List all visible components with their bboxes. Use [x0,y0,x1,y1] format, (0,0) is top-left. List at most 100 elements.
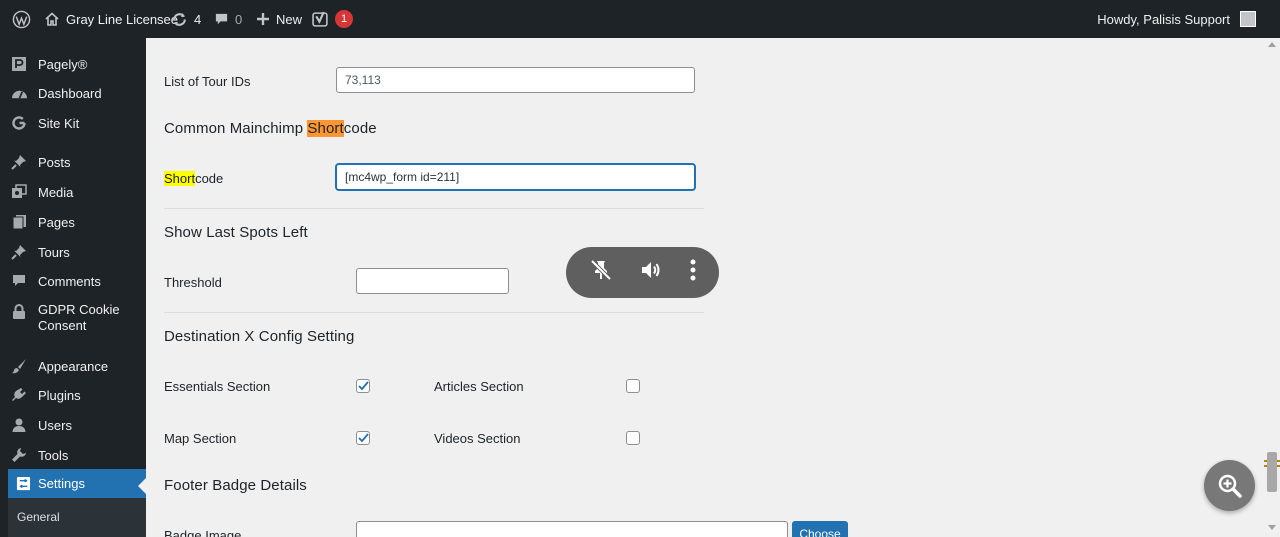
wrench-icon [0,447,38,463]
divider [164,312,704,313]
sidebar-item-label: Site Kit [38,115,80,131]
shortcode-label: Shortcode [164,171,224,186]
dashboard-icon [0,86,38,101]
badge-image-input[interactable] [356,521,788,537]
comments-link[interactable]: 0 [214,0,242,38]
threshold-input[interactable] [356,268,509,294]
footer-badge-heading: Footer Badge Details [164,477,307,494]
yoast-icon [312,11,329,28]
plus-icon [256,12,270,26]
wordpress-logo-link[interactable] [12,0,31,38]
shortcode-input[interactable]: [mc4wp_form id=211] [336,164,695,190]
google-icon [0,115,38,131]
sidebar-item-label: GDPR Cookie Consent [38,302,120,333]
scroll-up-arrow[interactable] [1268,42,1276,47]
admin-sidebar: Pagely® Dashboard Site Kit Posts Media P… [0,38,146,537]
sidebar-item-label: Comments [38,273,101,289]
videos-checkbox[interactable] [626,431,640,445]
media-icon [0,184,38,200]
page-scrollbar[interactable] [1264,38,1280,537]
submenu-item-general[interactable]: General [17,510,60,524]
settings-icon [8,476,38,491]
sidebar-item-appearance[interactable]: Appearance [0,355,146,377]
sidebar-item-label: Appearance [38,358,109,374]
sidebar-item-label: Pages [38,214,75,230]
unpin-icon[interactable] [589,258,613,287]
pin-icon [0,244,38,260]
sidebar-item-gdpr-cookie-consent[interactable]: GDPR Cookie Consent [0,302,146,336]
sidebar-item-settings[interactable]: Settings [8,469,146,498]
new-label: New [276,11,303,27]
comments-count: 0 [235,11,243,27]
pages-icon [0,214,38,230]
media-controls-overlay [566,247,719,298]
sidebar-item-label: Tools [38,447,69,463]
plugin-icon [0,387,38,403]
zoom-button[interactable] [1204,460,1255,511]
articles-checkbox[interactable] [626,379,640,393]
divider [164,208,704,209]
sidebar-item-media[interactable]: Media [0,181,146,203]
admin-bar: Gray Line Licensee 4 0 New 1 Howdy, Pali… [0,0,1280,38]
badge-image-label: Badge Image [164,528,242,537]
spots-heading: Show Last Spots Left [164,224,308,241]
sidebar-item-label: Tours [38,244,70,260]
sidebar-item-label: Pagely® [38,56,88,72]
wordpress-icon [12,10,31,29]
brush-icon [0,358,38,374]
active-indicator-arrow [138,478,146,494]
comment-icon [0,273,38,289]
volume-icon[interactable] [639,258,663,287]
threshold-label: Threshold [164,275,222,290]
sidebar-item-tools[interactable]: Tools [0,444,146,466]
lock-icon [0,302,38,320]
site-name-link[interactable]: Gray Line Licensee [44,0,178,38]
site-name: Gray Line Licensee [66,11,179,27]
essentials-label: Essentials Section [164,379,271,394]
sidebar-item-label: Dashboard [38,85,102,101]
howdy-text: Howdy, Palisis Support [1097,11,1230,27]
sidebar-item-label: Settings [38,476,85,491]
sidebar-item-pagely[interactable]: Pagely® [0,53,146,75]
updates-icon [171,11,188,28]
sidebar-item-dashboard[interactable]: Dashboard [0,82,146,104]
sidebar-item-plugins[interactable]: Plugins [0,384,146,406]
destination-x-heading: Destination X Config Setting [164,328,355,345]
sidebar-item-posts[interactable]: Posts [0,151,146,173]
seo-menu[interactable]: 1 [312,0,353,38]
sidebar-item-comments[interactable]: Comments [0,270,146,292]
sidebar-item-pages[interactable]: Pages [0,211,146,233]
account-menu[interactable]: Howdy, Palisis Support [1097,0,1256,38]
sidebar-item-label: Posts [38,154,71,170]
scroll-down-arrow[interactable] [1268,525,1276,530]
sidebar-item-site-kit[interactable]: Site Kit [0,112,146,134]
sidebar-item-users[interactable]: Users [0,414,146,436]
more-options-icon[interactable] [690,259,696,286]
new-content-link[interactable]: New [256,0,302,38]
updates-count: 4 [194,11,202,27]
avatar [1240,11,1256,27]
comment-icon [214,12,229,27]
choose-button[interactable]: Choose [792,521,848,537]
pin-icon [0,154,38,170]
zoom-in-icon [1218,474,1242,498]
tour-ids-input[interactable]: 73,113 [336,67,695,93]
essentials-checkbox[interactable] [356,379,370,393]
sidebar-item-tours[interactable]: Tours [0,241,146,263]
users-icon [0,417,38,433]
map-checkbox[interactable] [356,431,370,445]
sidebar-item-label: Media [38,184,74,200]
mailchimp-heading: Common Mainchimp Shortcode [164,120,377,137]
map-label: Map Section [164,431,237,446]
updates-link[interactable]: 4 [171,0,201,38]
settings-submenu: General [8,498,146,537]
scroll-thumb[interactable] [1267,452,1277,492]
check-icon [357,381,369,391]
tour-ids-label: List of Tour IDs [164,74,251,89]
pagely-icon [0,56,38,72]
articles-label: Articles Section [434,379,524,394]
seo-notification-badge: 1 [335,10,353,28]
sidebar-item-label: Plugins [38,387,81,403]
home-icon [44,11,60,27]
sidebar-item-label: Users [38,417,72,433]
